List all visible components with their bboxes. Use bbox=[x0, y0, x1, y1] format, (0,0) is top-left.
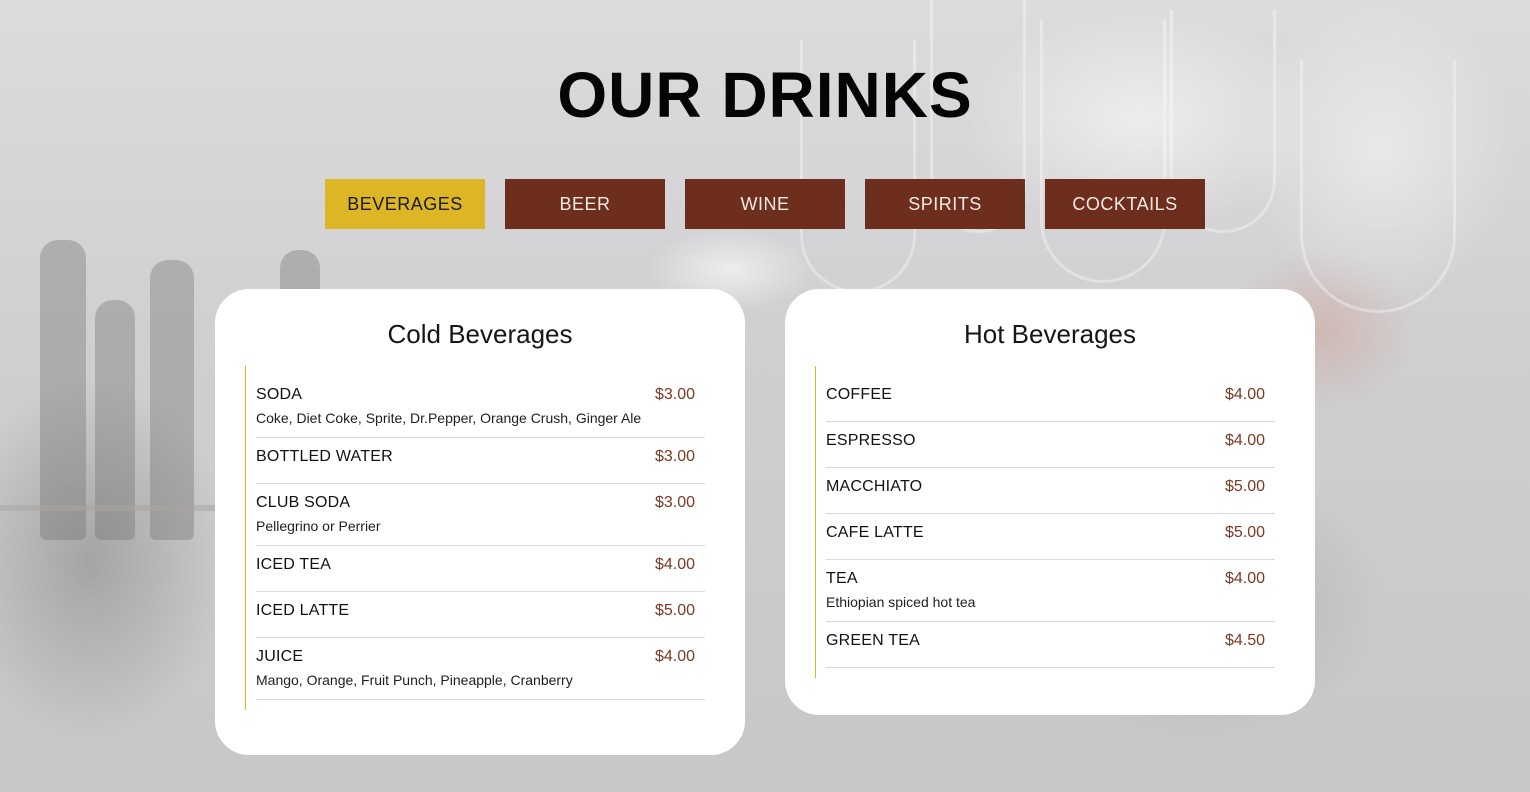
menu-item-price: $3.00 bbox=[654, 386, 695, 403]
menu-item-header: MACCHIATO $5.00 bbox=[826, 478, 1275, 504]
menu-item-price: $4.00 bbox=[1224, 386, 1265, 403]
menu-item-name: CAFE LATTE bbox=[826, 524, 924, 541]
menu-item-price: $4.00 bbox=[654, 648, 695, 665]
tab-beer[interactable]: BEER bbox=[505, 179, 665, 229]
menu-item-name: COFFEE bbox=[826, 386, 893, 403]
menu-item-description: Mango, Orange, Fruit Punch, Pineapple, C… bbox=[256, 672, 573, 688]
menu-item: BOTTLED WATER $3.00 bbox=[256, 438, 705, 484]
menu-item: CLUB SODA $3.00 Pellegrino or Perrier bbox=[256, 484, 705, 546]
menu-item-name: GREEN TEA bbox=[826, 632, 920, 649]
tab-cocktails[interactable]: COCKTAILS bbox=[1045, 179, 1205, 229]
menu-list: SODA $3.00 Coke, Diet Coke, Sprite, Dr.Pep… bbox=[245, 366, 705, 710]
menu-item-header: ICED TEA $4.00 bbox=[256, 556, 705, 582]
menu-list: COFFEE $4.00 ESPRESSO $4.00 MACCHIATO $5.00 CA… bbox=[815, 366, 1275, 678]
menu-item-price: $4.50 bbox=[1224, 632, 1265, 649]
menu-item-price: $5.00 bbox=[1224, 524, 1265, 541]
menu-item-price: $4.00 bbox=[654, 556, 695, 573]
menu-item-description: Ethiopian spiced hot tea bbox=[826, 594, 976, 610]
menu-item-name: SODA bbox=[256, 386, 303, 403]
menu-item-header: GREEN TEA $4.50 bbox=[826, 632, 1275, 658]
menu-item-header: TEA $4.00 bbox=[826, 570, 1275, 596]
menu-item-header: COFFEE $4.00 bbox=[826, 386, 1275, 412]
menu-item: JUICE $4.00 Mango, Orange, Fruit Punch, Pi… bbox=[256, 638, 705, 700]
menu-item: SODA $3.00 Coke, Diet Coke, Sprite, Dr.Pep… bbox=[256, 376, 705, 438]
menu-item-header: SODA $3.00 bbox=[256, 386, 705, 412]
menu-item-name: JUICE bbox=[256, 648, 304, 665]
menu-item-name: ICED TEA bbox=[256, 556, 332, 573]
menu-item-name: ESPRESSO bbox=[826, 432, 916, 449]
menu-item: TEA $4.00 Ethiopian spiced hot tea bbox=[826, 560, 1275, 622]
menu-item-name: TEA bbox=[826, 570, 858, 587]
menu-item-header: ICED LATTE $5.00 bbox=[256, 602, 705, 628]
menu-item-price: $4.00 bbox=[1224, 432, 1265, 449]
menu-item-header: JUICE $4.00 bbox=[256, 648, 705, 674]
tab-wine[interactable]: WINE bbox=[685, 179, 845, 229]
hot-beverages-card: Hot Beverages COFFEE $4.00 ESPRESSO $4.00 MA… bbox=[785, 289, 1315, 715]
menu-item-price: $5.00 bbox=[654, 602, 695, 619]
menu-item: ICED TEA $4.00 bbox=[256, 546, 705, 592]
cold-beverages-card: Cold Beverages SODA $3.00 Coke, Diet Coke,… bbox=[215, 289, 745, 755]
page-title: OUR DRINKS bbox=[557, 59, 973, 131]
menu-item: CAFE LATTE $5.00 bbox=[826, 514, 1275, 560]
category-tabs: BEVERAGES BEER WINE SPIRITS COCKTAILS bbox=[325, 179, 1205, 229]
menu-item: COFFEE $4.00 bbox=[826, 376, 1275, 422]
menu-item-header: CAFE LATTE $5.00 bbox=[826, 524, 1275, 550]
card-title: Cold Beverages bbox=[387, 319, 573, 349]
menu-item-name: ICED LATTE bbox=[256, 602, 350, 619]
menu-item-header: ESPRESSO $4.00 bbox=[826, 432, 1275, 458]
menu-item-price: $3.00 bbox=[654, 494, 695, 511]
menu-item-name: BOTTLED WATER bbox=[256, 448, 393, 465]
menu-item-header: CLUB SODA $3.00 bbox=[256, 494, 705, 520]
menu-item-description: Coke, Diet Coke, Sprite, Dr.Pepper, Oran… bbox=[256, 410, 642, 426]
menu-item-price: $4.00 bbox=[1224, 570, 1265, 587]
menu-item: ICED LATTE $5.00 bbox=[256, 592, 705, 638]
menu-item-description: Pellegrino or Perrier bbox=[256, 518, 381, 534]
menu-item-name: MACCHIATO bbox=[826, 478, 923, 495]
menu-item-header: BOTTLED WATER $3.00 bbox=[256, 448, 705, 474]
menu-item-name: CLUB SODA bbox=[256, 494, 351, 511]
card-title: Hot Beverages bbox=[964, 319, 1136, 349]
menu-item: MACCHIATO $5.00 bbox=[826, 468, 1275, 514]
menu-item-price: $5.00 bbox=[1224, 478, 1265, 495]
tab-spirits[interactable]: SPIRITS bbox=[865, 179, 1025, 229]
menu-item-price: $3.00 bbox=[654, 448, 695, 465]
menu-item: GREEN TEA $4.50 bbox=[826, 622, 1275, 668]
menu-item: ESPRESSO $4.00 bbox=[826, 422, 1275, 468]
tab-beverages[interactable]: BEVERAGES bbox=[325, 179, 485, 229]
